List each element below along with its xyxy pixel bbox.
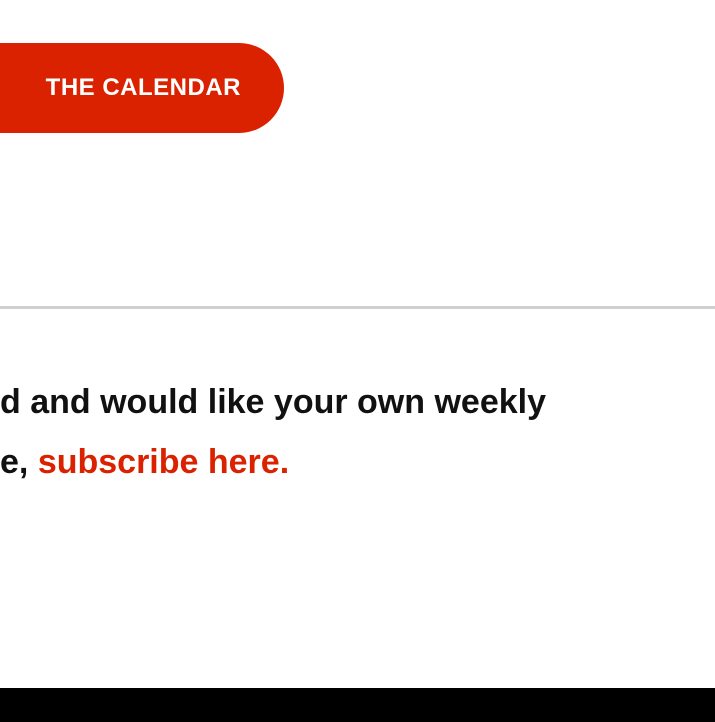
section-divider	[0, 306, 715, 309]
view-calendar-button[interactable]: THE CALENDAR	[0, 43, 284, 133]
subscribe-message-text-1: d and would like your own weekly	[0, 383, 546, 421]
view-calendar-button-label: THE CALENDAR	[45, 74, 241, 101]
subscribe-message-line-2: e, subscribe here.	[0, 432, 289, 492]
subscribe-message-text-2: e,	[0, 443, 38, 481]
email-page: THE CALENDAR d and would like your own w…	[0, 0, 715, 722]
subscribe-link[interactable]: subscribe here.	[38, 443, 289, 481]
footer-bar	[0, 688, 715, 722]
subscribe-message-line-1: d and would like your own weekly	[0, 372, 546, 432]
